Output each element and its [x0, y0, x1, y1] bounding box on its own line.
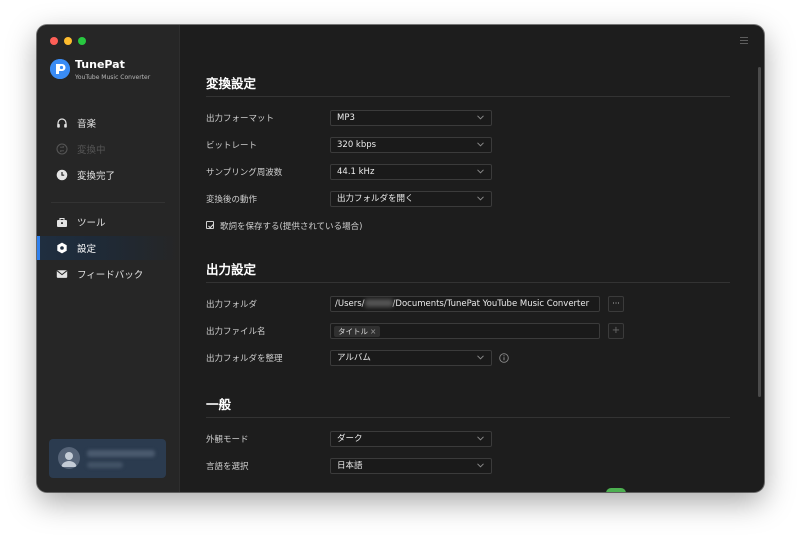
bitrate-label: ビットレート: [206, 141, 258, 151]
browse-folder-button[interactable]: ···: [608, 296, 624, 312]
appearance-value: ダーク: [337, 434, 363, 444]
file-name-tag[interactable]: タイトル ×: [334, 326, 381, 337]
output-settings-title: 出力設定: [206, 262, 257, 277]
minimize-window-button[interactable]: [64, 37, 72, 45]
clock-icon: [56, 169, 68, 181]
sidebar: TunePat YouTube Music Converter 音楽 変換中 変…: [37, 25, 180, 492]
app-window: TunePat YouTube Music Converter 音楽 変換中 変…: [37, 25, 764, 492]
organize-folder-label: 出力フォルダを整理: [206, 354, 283, 364]
organize-folder-select[interactable]: アルバム: [330, 350, 492, 366]
language-label: 言語を選択: [206, 462, 249, 472]
output-folder-prefix: /Users/: [335, 299, 365, 309]
after-convert-label: 変換後の動作: [206, 195, 258, 205]
mail-icon: [56, 270, 68, 278]
sidebar-item-label: フィードバック: [77, 270, 144, 281]
bitrate-select[interactable]: 320 kbps: [330, 137, 492, 153]
app-name: TunePat: [75, 58, 125, 71]
settings-panel: 変換設定 出力フォーマット MP3 ビットレート 320 kbps サンプリング…: [180, 25, 764, 492]
general-settings-title: 一般: [206, 397, 232, 412]
save-lyrics-checkbox[interactable]: [206, 221, 214, 229]
bitrate-value: 320 kbps: [337, 140, 377, 150]
user-email-redacted: [87, 462, 123, 468]
after-convert-select[interactable]: 出力フォルダを開く: [330, 191, 492, 207]
organize-folder-value: アルバム: [337, 353, 371, 363]
sidebar-item-label: 変換完了: [77, 171, 116, 182]
settings-icon: [57, 242, 67, 254]
sample-rate-select[interactable]: 44.1 kHz: [330, 164, 492, 180]
section-divider: [206, 96, 730, 97]
user-avatar-icon: [61, 452, 77, 467]
sidebar-item-label: 設定: [77, 244, 97, 255]
after-convert-value: 出力フォルダを開く: [337, 194, 414, 204]
output-format-select[interactable]: MP3: [330, 110, 492, 126]
chevron-down-icon: [477, 169, 484, 174]
sidebar-item-converted[interactable]: 変換完了: [37, 163, 179, 187]
chevron-down-icon: [477, 115, 484, 120]
chevron-down-icon: [477, 355, 484, 360]
chevron-down-icon: [477, 436, 484, 441]
zoom-window-button[interactable]: [78, 37, 86, 45]
redacted-username: [364, 299, 393, 307]
avatar: [58, 447, 80, 469]
sample-rate-label: サンプリング周波数: [206, 168, 283, 178]
sidebar-item-label: ツール: [77, 218, 106, 229]
file-name-field[interactable]: タイトル ×: [330, 323, 600, 339]
headphones-icon: [57, 118, 67, 128]
output-format-value: MP3: [337, 113, 355, 123]
sample-rate-value: 44.1 kHz: [337, 167, 375, 177]
tag-label: タイトル: [338, 327, 368, 336]
language-value: 日本語: [337, 461, 363, 471]
output-folder-label: 出力フォルダ: [206, 300, 258, 310]
section-divider: [206, 282, 730, 283]
user-name-redacted: [87, 450, 155, 457]
setting-toggle[interactable]: [606, 488, 626, 492]
chevron-down-icon: [477, 463, 484, 468]
file-name-label: 出力ファイル名: [206, 327, 266, 337]
app-logo-icon: [50, 59, 70, 79]
sidebar-item-settings[interactable]: 設定: [37, 236, 179, 260]
toolbox-icon: [57, 217, 67, 227]
appearance-select[interactable]: ダーク: [330, 431, 492, 447]
output-folder-field[interactable]: /Users/ /Documents/TunePat YouTube Music …: [330, 296, 600, 312]
vertical-scrollbar[interactable]: [758, 67, 761, 397]
sidebar-item-feedback[interactable]: フィードバック: [37, 262, 179, 286]
sidebar-item-label: 変換中: [77, 145, 106, 156]
info-icon[interactable]: [499, 353, 509, 363]
sidebar-item-converting[interactable]: 変換中: [37, 137, 179, 161]
converting-icon: [56, 143, 68, 155]
sidebar-item-label: 音楽: [77, 119, 97, 130]
checkmark-icon: [208, 223, 214, 229]
menu-icon[interactable]: [740, 37, 748, 44]
chevron-down-icon: [477, 142, 484, 147]
save-lyrics-label: 歌詞を保存する(提供されている場合): [220, 222, 363, 232]
add-tag-button[interactable]: +: [608, 323, 624, 339]
section-divider: [206, 417, 730, 418]
language-select[interactable]: 日本語: [330, 458, 492, 474]
convert-settings-title: 変換設定: [206, 76, 257, 91]
chevron-down-icon: [477, 196, 484, 201]
output-folder-suffix: /Documents/TunePat YouTube Music Convert…: [392, 299, 590, 309]
window-controls: [50, 37, 86, 45]
appearance-label: 外観モード: [206, 435, 249, 445]
output-format-label: 出力フォーマット: [206, 114, 275, 124]
close-window-button[interactable]: [50, 37, 58, 45]
user-account-card[interactable]: [49, 439, 166, 478]
app-subtitle: YouTube Music Converter: [75, 74, 151, 81]
sidebar-item-tools[interactable]: ツール: [37, 210, 179, 234]
sidebar-divider: [51, 202, 165, 203]
remove-tag-icon[interactable]: ×: [370, 327, 376, 336]
sidebar-item-music[interactable]: 音楽: [37, 111, 179, 135]
